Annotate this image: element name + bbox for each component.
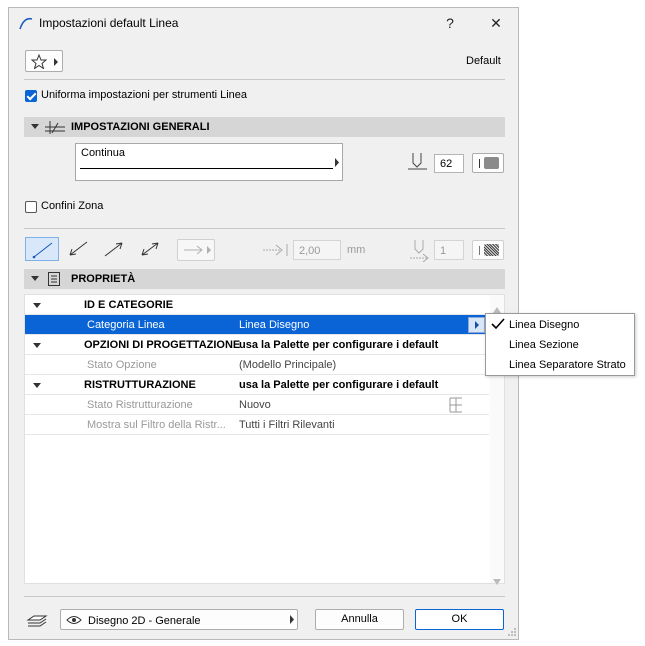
- arrow-both-tool[interactable]: [133, 237, 167, 261]
- collapse-triangle-icon: [31, 124, 39, 129]
- table-row-line-category[interactable]: Categoria Linea Linea Disegno: [25, 315, 489, 335]
- arrow-start-icon: [69, 241, 88, 256]
- pen-icon: [408, 153, 427, 170]
- line-type-picker[interactable]: Continua: [75, 143, 343, 181]
- general-settings-header[interactable]: IMPOSTAZIONI GENERALI: [24, 117, 505, 137]
- divider: [24, 79, 505, 80]
- zone-boundaries-label: Confini Zona: [41, 200, 104, 212]
- collapse-triangle-icon: [31, 276, 39, 281]
- uniform-settings-checkbox[interactable]: [25, 90, 37, 102]
- table-row[interactable]: Stato Ristrutturazione Nuovo: [25, 395, 489, 415]
- arrow-right-icon: [184, 245, 203, 255]
- window-title: Impostazioni default Linea: [39, 16, 179, 30]
- expand-triangle-icon: [33, 303, 41, 308]
- expand-triangle-icon: [33, 343, 41, 348]
- category-dropdown-button[interactable]: [468, 317, 485, 333]
- chevron-right-icon: [475, 321, 479, 329]
- dropdown-option-linea-sezione[interactable]: Linea Sezione: [509, 339, 579, 351]
- arrow-pen-value: 1: [440, 245, 447, 257]
- pen-number-field[interactable]: 62: [434, 154, 464, 173]
- arrow-pen-color-button[interactable]: [472, 240, 504, 260]
- chevron-right-icon: [290, 615, 294, 624]
- line-type-name: Continua: [81, 147, 126, 159]
- eye-icon: [66, 616, 82, 624]
- divider: [24, 596, 505, 597]
- pen-number: 62: [440, 158, 453, 170]
- divider: [24, 228, 505, 229]
- properties-document-icon: [48, 272, 60, 286]
- arrowhead-type-picker[interactable]: [177, 239, 215, 261]
- pen-divider: [479, 159, 480, 168]
- arrow-pen-icon: [410, 240, 429, 262]
- arrow-pen-field[interactable]: 1: [434, 240, 464, 260]
- line-settings-icon: [45, 121, 65, 134]
- chevron-right-icon: [54, 58, 58, 66]
- ok-button[interactable]: OK: [415, 609, 504, 630]
- title-bar: Impostazioni default Linea ? ✕: [9, 8, 518, 38]
- general-settings-title: IMPOSTAZIONI GENERALI: [71, 121, 210, 133]
- layer-selector[interactable]: Disegno 2D - Generale: [60, 609, 298, 630]
- help-button[interactable]: ?: [439, 13, 461, 33]
- line-default-settings-dialog: Impostazioni default Linea ? ✕ Default U…: [8, 7, 519, 640]
- no-arrow-tool[interactable]: [25, 237, 59, 261]
- layer-name: Disegno 2D - Generale: [88, 615, 201, 627]
- chevron-right-icon: [335, 158, 339, 167]
- layers-icon: [26, 615, 48, 627]
- default-label: Default: [466, 55, 501, 67]
- arrow-size-field[interactable]: 2,00: [293, 240, 341, 260]
- dropdown-option-linea-disegno[interactable]: Linea Disegno: [509, 319, 579, 331]
- arrow-size-icon: [263, 244, 288, 256]
- star-icon: [31, 54, 47, 69]
- table-row[interactable]: ID E CATEGORIE: [25, 295, 489, 315]
- zone-boundaries-checkbox[interactable]: [25, 201, 37, 213]
- scroll-down-icon: [493, 579, 501, 585]
- line-preview: [80, 168, 333, 169]
- table-row[interactable]: Mostra sul Filtro della Ristr... Tutti i…: [25, 415, 489, 435]
- chevron-right-icon: [207, 246, 211, 254]
- properties-title: PROPRIETÀ: [71, 273, 136, 285]
- cancel-button[interactable]: Annulla: [315, 609, 404, 630]
- arrow-end-icon: [104, 242, 123, 257]
- arrow-size-unit: mm: [347, 244, 366, 256]
- arrow-both-icon: [141, 242, 159, 256]
- resize-grip-icon[interactable]: [507, 627, 517, 637]
- pen-color-swatch: [484, 244, 499, 256]
- pen-color-button[interactable]: [472, 153, 504, 173]
- renovation-icon: [449, 397, 462, 413]
- table-row[interactable]: Stato Opzione (Modello Principale): [25, 355, 489, 375]
- table-row[interactable]: OPZIONI DI PROGETTAZIONE usa la Palette …: [25, 335, 489, 355]
- arrow-start-tool[interactable]: [61, 237, 95, 261]
- pen-divider: [479, 246, 480, 255]
- arrow-size-value: 2,00: [299, 245, 321, 257]
- arrow-end-tool[interactable]: [97, 237, 131, 261]
- line-tool-icon: [19, 17, 33, 30]
- checkmark-icon: [491, 318, 505, 330]
- dropdown-option-linea-separatore-strato[interactable]: Linea Separatore Strato: [509, 359, 626, 371]
- pen-color-swatch: [484, 157, 499, 169]
- uniform-settings-label: Uniforma impostazioni per strumenti Line…: [41, 89, 248, 101]
- plain-line-icon: [32, 242, 53, 259]
- table-row[interactable]: RISTRUTTURAZIONE usa la Palette per conf…: [25, 375, 489, 395]
- line-category-dropdown: Linea Disegno Linea Sezione Linea Separa…: [485, 313, 635, 376]
- close-button[interactable]: ✕: [485, 13, 507, 33]
- properties-table: ID E CATEGORIE Categoria Linea Linea Dis…: [24, 294, 505, 585]
- properties-header[interactable]: PROPRIETÀ: [24, 269, 505, 289]
- favorites-button[interactable]: [25, 50, 63, 72]
- expand-triangle-icon: [33, 383, 41, 388]
